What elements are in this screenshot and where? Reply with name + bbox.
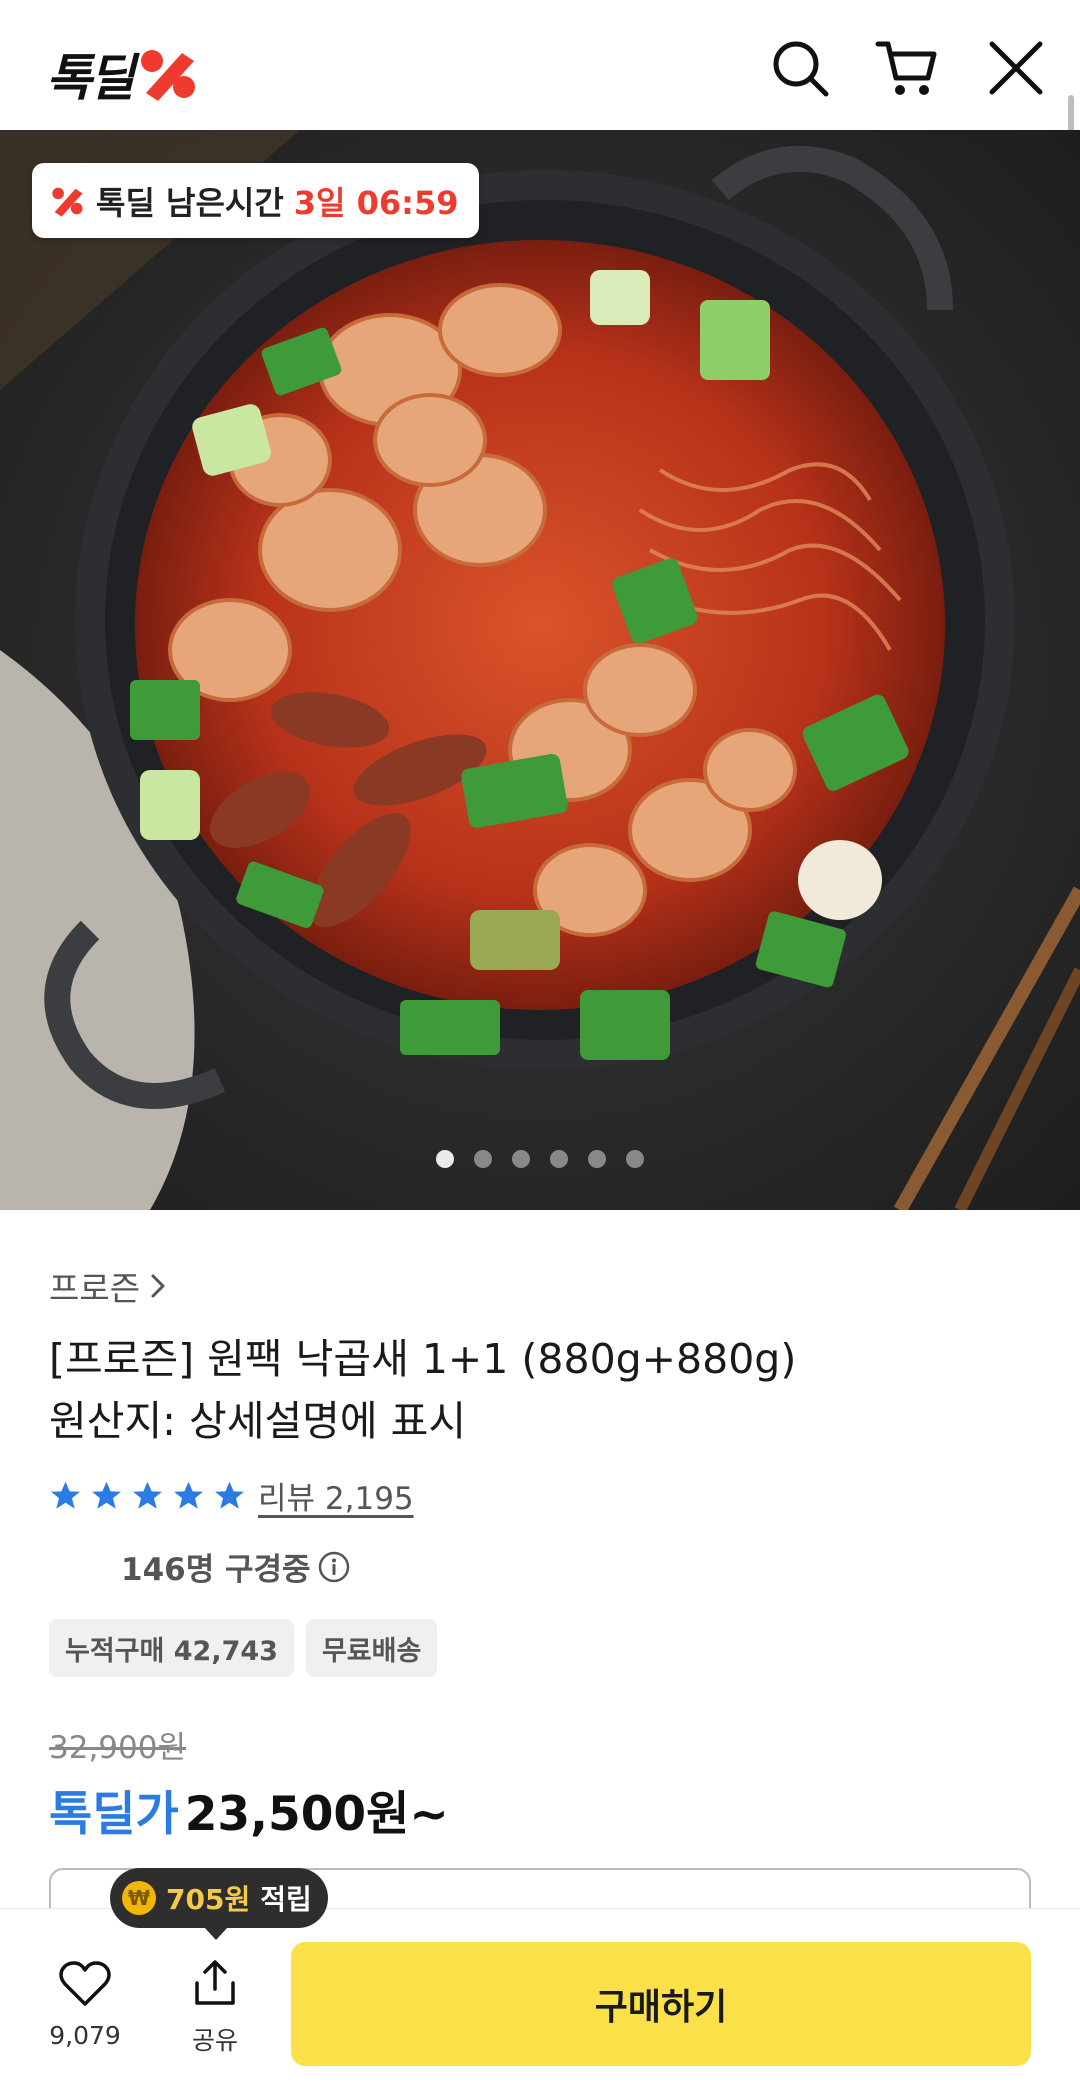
top-header: 톡딜 [0,0,1080,130]
carousel-indicator [0,1150,1080,1168]
category-breadcrumb[interactable]: 프로즌 [49,1262,168,1310]
like-count: 9,079 [49,2021,121,2050]
product-origin-line: 원산지: 상세설명에 표시 [49,1397,467,1445]
carousel-dot[interactable] [474,1150,492,1168]
carousel-dot[interactable] [550,1150,568,1168]
points-label: 적립 [260,1883,312,1916]
deal-price-label: 톡딜가 [49,1787,179,1842]
tag-cumulative-purchases: 누적구매 42,743 [49,1619,294,1677]
buy-button[interactable]: 구매하기 [291,1942,1031,2066]
carousel-dot[interactable] [588,1150,606,1168]
star-icon [215,1481,244,1509]
deal-price-row: 톡딜가 23,500원~ [49,1775,449,1844]
timer-label: 톡딜 남은시간 [96,183,284,222]
deal-timer-badge: 톡딜 남은시간 3일 06:59 [32,163,479,238]
info-icon[interactable] [317,1550,351,1584]
rating-row: 리뷰 2,195 [49,1473,414,1518]
percent-icon [52,187,83,217]
product-title-line1: [프로즌] 원팩 낙곱새 1+1 (880g+880g) [49,1335,797,1383]
carousel-dot[interactable] [626,1150,644,1168]
share-label: 공유 [191,2026,238,2055]
percent-logo-icon [141,50,195,101]
search-icon[interactable] [768,36,832,100]
talkdeal-logo[interactable]: 톡딜 [46,38,200,110]
star-icon [92,1481,121,1509]
tag-free-shipping: 무료배송 [305,1619,438,1677]
bottom-action-bar: 9,079 공유 구매하기 [0,1908,1080,2091]
star-icon [51,1481,80,1509]
star-icon [174,1481,203,1509]
star-icon [133,1481,162,1509]
review-link[interactable]: 리뷰 2,195 [258,1473,414,1518]
share-icon [195,1960,235,2005]
deal-price-value: 23,500원~ [184,1787,449,1842]
points-tooltip: ₩ 705원 적립 [110,1868,328,1940]
close-icon[interactable] [984,36,1048,100]
original-price: 32,900원 [49,1730,186,1766]
carousel-dot[interactable] [436,1150,454,1168]
product-image-carousel[interactable]: 톡딜 남은시간 3일 06:59 [0,130,1080,1210]
coin-icon: ₩ [122,1881,156,1915]
product-title: [프로즌] 원팩 낙곱새 1+1 (880g+880g) 원산지: 상세설명에 … [49,1328,1029,1452]
logo-text: 톡딜 [46,49,135,107]
share-button[interactable]: 공유 [178,1959,252,2057]
points-value: 705원 [166,1883,251,1916]
viewers-text: 146명 구경중 [121,1552,311,1588]
chevron-right-icon [151,1274,165,1298]
product-photo [0,130,1080,1210]
product-tags: 누적구매 42,743 무료배송 [49,1619,438,1677]
cart-icon[interactable] [874,36,938,100]
carousel-dot[interactable] [512,1150,530,1168]
heart-icon [59,1961,111,2006]
category-label: 프로즌 [49,1269,141,1308]
viewers-count: 146명 구경중 [121,1544,351,1589]
like-button[interactable]: 9,079 [49,1961,121,2050]
timer-value: 3일 06:59 [293,183,459,222]
